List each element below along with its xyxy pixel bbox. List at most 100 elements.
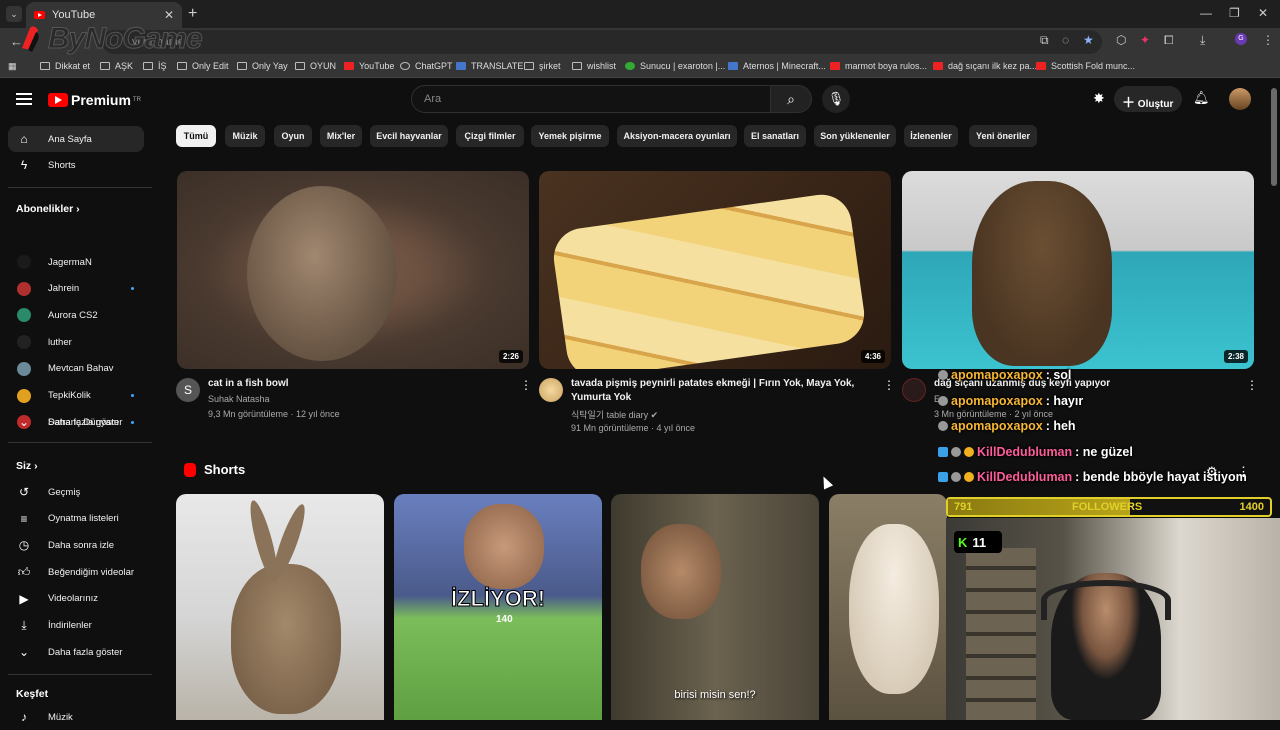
search-button[interactable]: ⌕	[770, 85, 812, 113]
filter-chip[interactable]: Son yüklenenler	[814, 125, 896, 147]
filter-chip[interactable]: Çizgi filmler	[456, 125, 524, 147]
bookmark-item[interactable]: YouTube	[344, 61, 394, 71]
sidebar-subscription-item[interactable]: JagermaN	[8, 249, 144, 275]
bookmark-item[interactable]: Only Edit	[177, 61, 229, 71]
settings-gear-icon[interactable]: ⚙	[1206, 464, 1218, 480]
gold-badge-icon	[964, 472, 974, 482]
tab-search-icon[interactable]: ⌄	[6, 6, 22, 22]
youtube-premium-logo[interactable]: Premium TR	[48, 92, 141, 108]
hamburger-menu-icon[interactable]	[16, 93, 32, 105]
menu-icon[interactable]: ⋮	[1262, 33, 1274, 47]
video-thumbnail[interactable]: 4:36	[539, 171, 891, 369]
notifications-bell-icon[interactable]: 🔔︎	[1193, 90, 1210, 106]
channel-avatar[interactable]	[902, 378, 926, 402]
extension-icon[interactable]: ⬡	[1116, 33, 1126, 47]
short-thumbnail[interactable]	[829, 494, 947, 720]
close-window-icon[interactable]: ✕	[1258, 6, 1268, 20]
gemini-sparkle-icon[interactable]: ✸	[1093, 90, 1105, 107]
video-menu-icon[interactable]: ⋮	[1246, 378, 1258, 392]
channel-name[interactable]: Suhak Natasha	[208, 394, 270, 404]
profile-icon[interactable]: G	[1235, 33, 1247, 45]
sidebar-item-home[interactable]: ⌂ Ana Sayfa	[8, 126, 144, 152]
bookmark-item[interactable]: wishlist	[572, 61, 616, 71]
filter-chip[interactable]: Mix'ler	[320, 125, 362, 147]
sidebar-you-item[interactable]: 👍︎ Beğendiğim videolar	[8, 559, 144, 585]
channel-name[interactable]: 식탁일기 table diary ✔	[571, 408, 658, 421]
video-thumbnail[interactable]: 2:26	[177, 171, 529, 369]
minimize-icon[interactable]: —	[1200, 6, 1212, 20]
new-tab-button[interactable]: +	[188, 5, 197, 23]
sidebar-subscription-item[interactable]: Mevtcan Bahav	[8, 356, 144, 382]
sidebar-item-music[interactable]: ♪ Müzik	[8, 704, 144, 730]
bookmark-item[interactable]: ChatGPT	[400, 61, 453, 71]
subscriptions-heading[interactable]: Abonelikler ›	[16, 203, 80, 215]
filter-chip[interactable]: Müzik	[225, 125, 265, 147]
sidebar-divider	[8, 442, 152, 443]
page-scrollbar[interactable]	[1271, 88, 1277, 186]
bookmark-item[interactable]: OYUN	[295, 61, 336, 71]
video-title[interactable]: cat in a fish bowl	[208, 377, 289, 391]
bookmark-item[interactable]: Sunucu | exaroton |...	[625, 61, 725, 71]
short-thumbnail[interactable]: İZLİYOR! 140	[394, 494, 602, 720]
filter-chip[interactable]: El sanatları	[744, 125, 806, 147]
bookmark-item[interactable]: dağ sıçanı ilk kez pa...	[933, 61, 1037, 71]
video-thumbnail[interactable]: 2:38	[902, 171, 1254, 369]
filter-chip[interactable]: Aksiyon-macera oyunları	[617, 125, 737, 147]
sidebar-you-item[interactable]: ≡ Oynatma listeleri	[8, 506, 144, 532]
more-menu-icon[interactable]: ⋮	[1237, 464, 1250, 480]
sidebar-you-item[interactable]: ◷ Daha sonra izle	[8, 532, 144, 558]
video-menu-icon[interactable]: ⋮	[883, 378, 895, 392]
channel-avatar[interactable]	[539, 378, 563, 402]
voice-search-icon[interactable]: 🎙	[822, 85, 850, 113]
folder-icon	[237, 62, 247, 70]
filter-chip[interactable]: Oyun	[274, 125, 312, 147]
search-input[interactable]: Ara	[411, 85, 771, 113]
sidebar-you-item[interactable]: ↺ Geçmiş	[8, 479, 144, 505]
you-heading[interactable]: Siz ›	[16, 460, 38, 472]
filter-chip[interactable]: İzlenenler	[904, 125, 958, 147]
eye-off-icon[interactable]: ◌	[1062, 33, 1069, 47]
sidebar-subscription-item[interactable]: Aurora CS2	[8, 302, 144, 328]
channel-avatar[interactable]: S	[176, 378, 200, 402]
bookmark-item[interactable]: Only Yay	[237, 61, 288, 71]
short-thumbnail[interactable]: birisi misin sen!?	[611, 494, 819, 720]
puzzle-icon[interactable]: ⧠	[1164, 33, 1174, 48]
sidebar-subs-more[interactable]: ⌄ Daha fazla göster	[8, 409, 144, 435]
video-title[interactable]: tavada pişmiş peynirli patates ekmeği | …	[571, 377, 854, 405]
url-field[interactable]: your name	[102, 30, 1102, 54]
sidebar-subscription-item[interactable]: TepkiKolik	[8, 383, 144, 409]
sidebar-subscription-item[interactable]: luther	[8, 329, 144, 355]
restore-icon[interactable]: ❐	[1229, 6, 1240, 20]
bookmark-item[interactable]: Aternos | Minecraft...	[728, 61, 826, 71]
bookmark-item[interactable]: Dikkat et	[40, 61, 90, 71]
short-thumbnail[interactable]	[176, 494, 384, 720]
bookmarks-bar: ▦ Dikkat et AŞK İŞ Only Edit Only Yay OY…	[0, 56, 1280, 78]
star-icon[interactable]: ★	[1083, 33, 1094, 47]
sidebar-you-item[interactable]: ▶ Videolarınız	[8, 586, 144, 612]
bookmark-item[interactable]: AŞK	[100, 61, 133, 71]
download-icon[interactable]: ⤓	[1200, 33, 1205, 48]
bookmark-item[interactable]: Scottish Fold munc...	[1036, 61, 1135, 71]
filter-chip[interactable]: Tümü	[176, 125, 216, 147]
bookmark-item[interactable]: şirket	[524, 61, 561, 71]
filter-chip[interactable]: Evcil hayvanlar	[370, 125, 448, 147]
filter-chip[interactable]: Yeni öneriler	[969, 125, 1037, 147]
account-avatar[interactable]	[1229, 88, 1251, 110]
video-menu-icon[interactable]: ⋮	[520, 378, 532, 392]
extension-2-icon[interactable]: ✦	[1140, 33, 1150, 47]
bookmark-item[interactable]: İŞ	[143, 61, 167, 71]
sidebar-you-item[interactable]: ⌄ Daha fazla göster	[8, 639, 144, 665]
apps-icon[interactable]: ▦	[8, 61, 17, 72]
create-button[interactable]: ＋ Oluştur	[1114, 86, 1182, 112]
sidebar-you-item[interactable]: ⤓ İndirilenler	[8, 613, 144, 639]
close-tab-icon[interactable]: ✕	[164, 8, 174, 22]
bookmark-item[interactable]: marmot boya rulos...	[830, 61, 927, 71]
bookmark-label: wishlist	[587, 61, 617, 71]
bookmark-label: İŞ	[158, 61, 167, 71]
sidebar-item-shorts[interactable]: ϟ Shorts	[8, 152, 144, 178]
install-app-icon[interactable]: ⧉	[1040, 33, 1049, 48]
filter-chip[interactable]: Yemek pişirme	[531, 125, 609, 147]
sidebar-subscription-item[interactable]: Jahrein	[8, 276, 144, 302]
home-icon: ⌂	[20, 132, 28, 146]
bookmark-item[interactable]: TRANSLATE	[456, 61, 523, 71]
